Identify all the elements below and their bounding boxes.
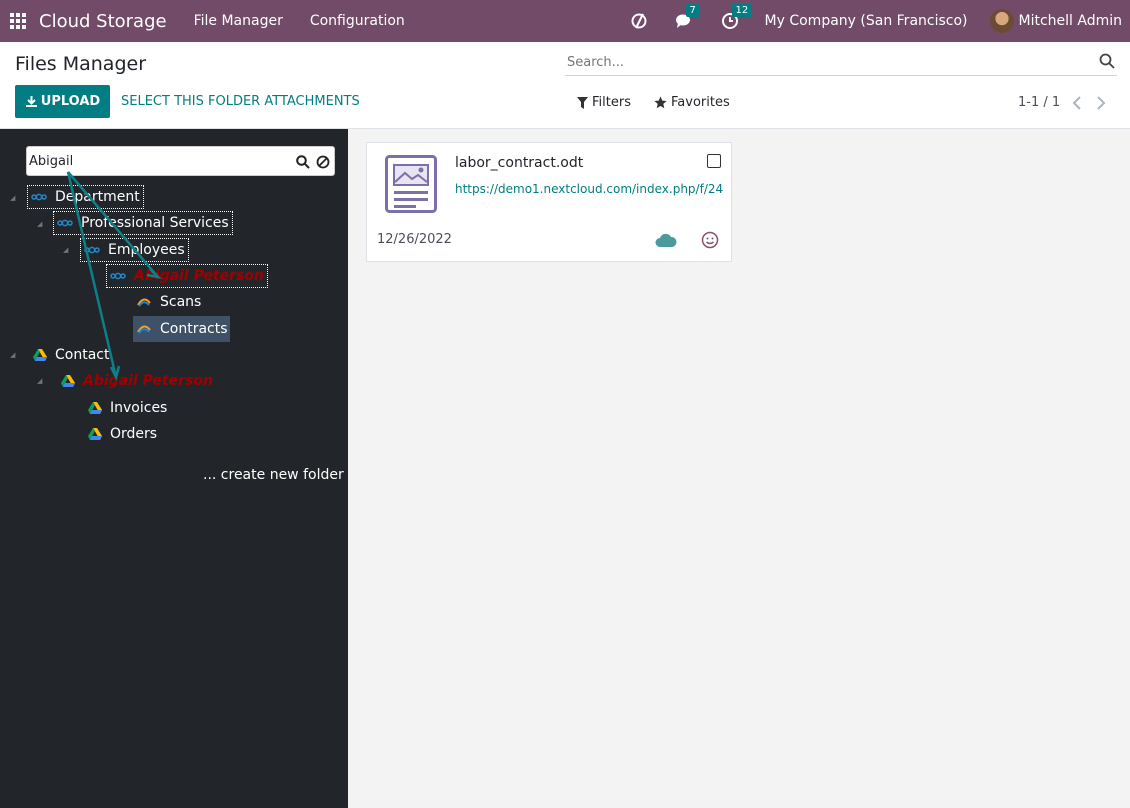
tree-node-abigail-peterson[interactable]: Abigail Peterson	[106, 264, 268, 288]
smile-icon[interactable]	[701, 231, 719, 253]
tree-node-label: Contracts	[160, 321, 228, 337]
filter-icon	[577, 96, 588, 109]
page-title: Files Manager	[15, 53, 147, 75]
search-input[interactable]	[565, 50, 1085, 74]
search-bar	[565, 50, 1117, 76]
attachment-date: 12/26/2022	[377, 232, 452, 247]
nextcloud-icon	[31, 192, 47, 202]
user-menu[interactable]: Mitchell Admin	[1019, 13, 1123, 29]
nextcloud-icon	[110, 271, 126, 281]
tree-node-department[interactable]: Department	[27, 185, 144, 209]
attachment-name: labor_contract.odt	[455, 155, 584, 171]
tree-node-label: Abigail Peterson	[83, 373, 213, 389]
tree-node-label: Orders	[110, 426, 158, 442]
menu-file-manager[interactable]: File Manager	[194, 13, 283, 29]
nextcloud-icon	[84, 245, 100, 255]
sharepoint-icon	[136, 296, 152, 308]
menu-configuration[interactable]: Configuration	[310, 13, 405, 29]
tree-node-contact[interactable]: Contact	[33, 343, 109, 367]
google-drive-icon	[33, 349, 47, 361]
sharepoint-icon	[136, 323, 152, 335]
select-folder-attachments-button[interactable]: SELECT THIS FOLDER ATTACHMENTS	[121, 94, 360, 109]
tree-node-abigail-peterson[interactable]: Abigail Peterson	[61, 369, 213, 393]
folder-search-input[interactable]	[27, 147, 287, 175]
pager-value[interactable]: 1-1 / 1	[1018, 95, 1060, 110]
upload-label: UPLOAD	[40, 94, 101, 109]
folder-sidebar: ◢ ◢ ◢ ◢ ◢ Department Professional Servic…	[0, 129, 348, 808]
google-drive-icon	[61, 375, 75, 387]
tree-node-orders[interactable]: Orders	[88, 422, 157, 446]
filters-button[interactable]: Filters	[577, 95, 631, 110]
expand-caret-icon[interactable]: ◢	[10, 194, 15, 202]
create-new-folder-link[interactable]: ... create new folder	[203, 467, 344, 483]
app-brand[interactable]: Cloud Storage	[39, 11, 167, 32]
tree-node-professional-services[interactable]: Professional Services	[53, 211, 233, 235]
file-thumbnail-icon	[385, 155, 437, 217]
messages-icon[interactable]: 7	[675, 4, 700, 30]
debug-icon[interactable]	[629, 11, 649, 31]
tree-node-label: Contact	[55, 347, 110, 363]
expand-caret-icon[interactable]: ◢	[37, 220, 42, 228]
star-icon	[654, 96, 667, 109]
google-drive-icon	[88, 402, 102, 414]
tree-node-label: Department	[55, 189, 140, 205]
attachments-area: labor_contract.odt https://demo1.nextclo…	[348, 129, 1130, 808]
tree-node-label: Employees	[108, 242, 185, 258]
favorites-label: Favorites	[671, 95, 730, 110]
tree-node-label: Professional Services	[81, 215, 229, 231]
nextcloud-icon	[57, 218, 73, 228]
messages-badge: 7	[685, 4, 700, 17]
upload-button[interactable]: UPLOAD	[15, 85, 110, 118]
tree-node-label: Abigail Peterson	[134, 268, 264, 284]
user-avatar[interactable]	[989, 9, 1014, 33]
tree-node-label: Scans	[160, 294, 202, 310]
favorites-button[interactable]: Favorites	[654, 95, 730, 110]
tree-node-invoices[interactable]: Invoices	[88, 396, 167, 420]
tree-node-label: Invoices	[110, 400, 168, 416]
search-icon[interactable]	[1099, 53, 1115, 73]
folder-search	[26, 146, 335, 176]
filters-label: Filters	[592, 95, 631, 110]
attachment-card[interactable]: labor_contract.odt https://demo1.nextclo…	[366, 142, 732, 262]
clear-icon[interactable]	[316, 155, 330, 173]
control-panel: Files Manager UPLOAD SELECT THIS FOLDER …	[0, 42, 1130, 129]
tree-node-scans[interactable]: Scans	[136, 290, 201, 314]
download-icon	[25, 96, 37, 107]
activities-icon[interactable]: 12	[721, 4, 753, 30]
apps-menu-icon[interactable]	[0, 0, 36, 42]
select-checkbox[interactable]	[707, 154, 721, 168]
top-navbar: Cloud Storage File Manager Configuration…	[0, 0, 1130, 42]
pager-next-icon[interactable]	[1096, 96, 1106, 114]
expand-caret-icon[interactable]: ◢	[63, 246, 68, 254]
pager-prev-icon[interactable]	[1072, 96, 1082, 114]
attachment-url[interactable]: https://demo1.nextcloud.com/index.php/f/…	[455, 182, 723, 196]
activities-badge: 12	[731, 4, 753, 17]
tree-node-employees[interactable]: Employees	[80, 238, 189, 262]
expand-caret-icon[interactable]: ◢	[10, 351, 15, 359]
google-drive-icon	[88, 428, 102, 440]
company-switcher[interactable]: My Company (San Francisco)	[765, 13, 968, 29]
tree-node-contracts[interactable]: Contracts	[133, 316, 230, 342]
search-icon[interactable]	[296, 155, 310, 173]
expand-caret-icon[interactable]: ◢	[37, 377, 42, 385]
cloud-icon	[655, 232, 677, 252]
